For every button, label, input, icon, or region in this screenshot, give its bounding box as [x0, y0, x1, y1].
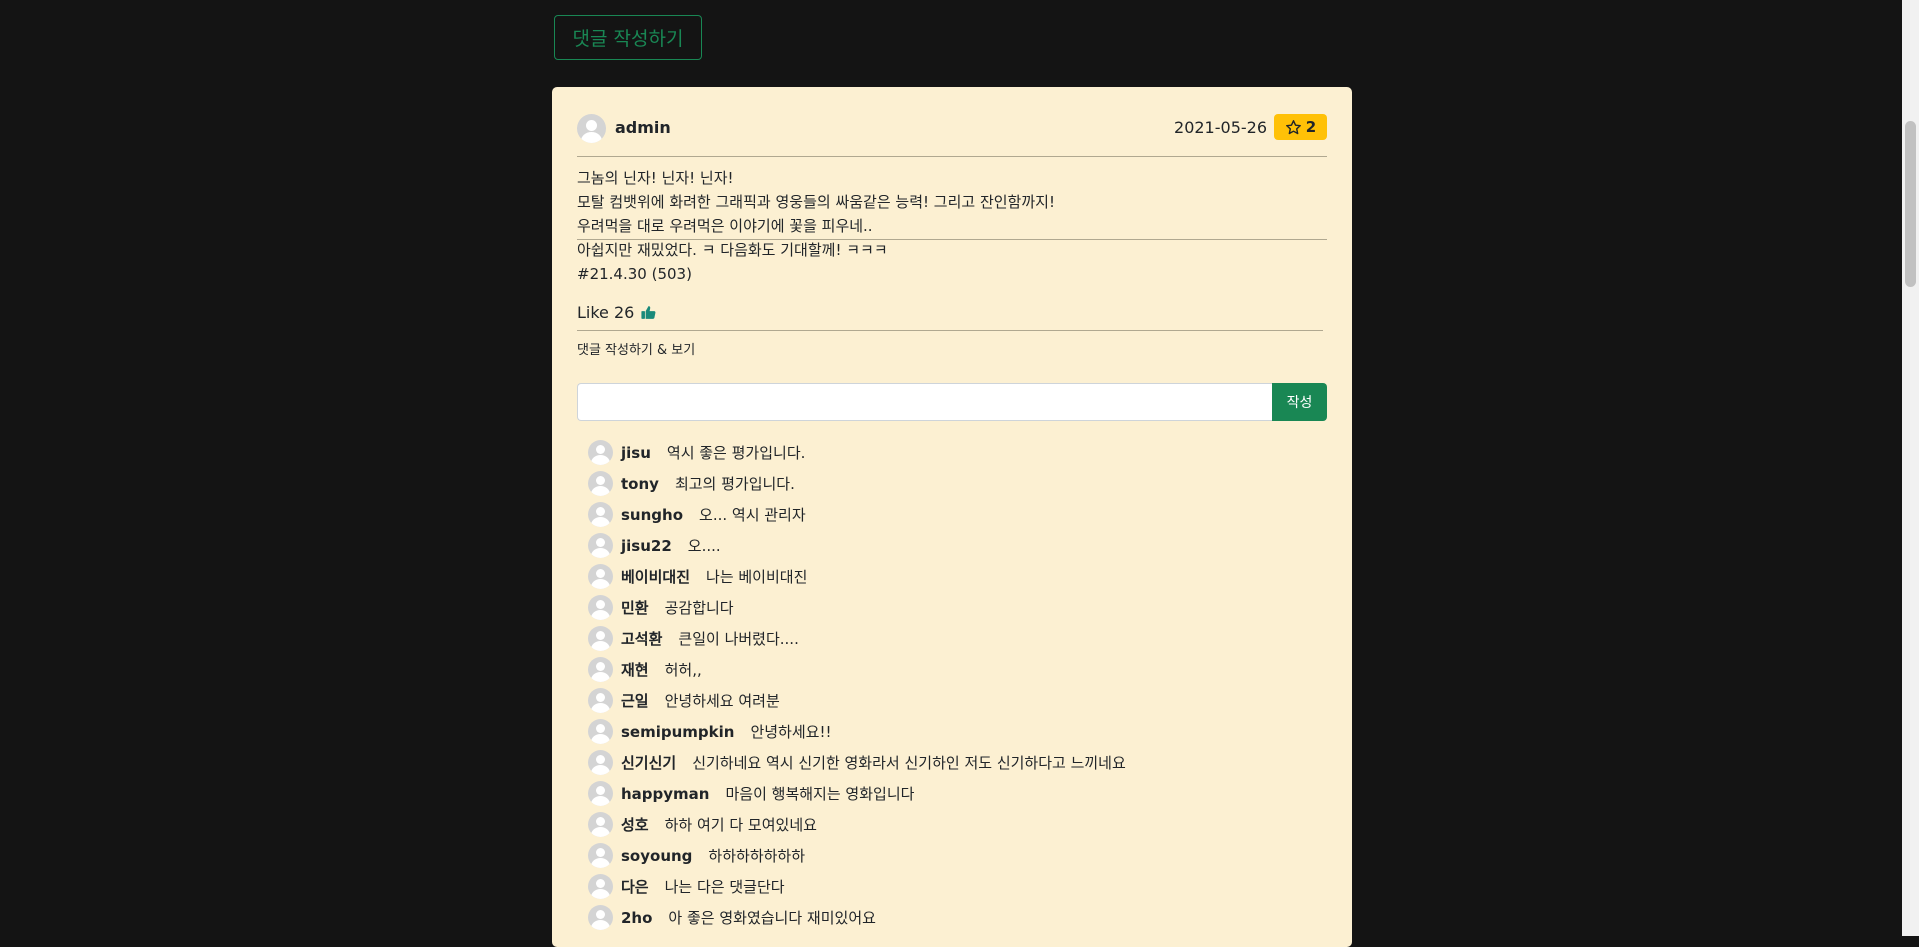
comment-username[interactable]: 신기신기 [621, 752, 676, 773]
comment-text: 나는 베이비대진 [706, 568, 808, 586]
user-avatar-icon [588, 533, 613, 558]
comment-text: 역시 좋은 평가입니다. [666, 444, 806, 462]
comment-text: 하하 여기 다 모여있네요 [664, 816, 817, 834]
comment-item: 성호 하하 여기 다 모여있네요 [588, 809, 1126, 840]
comment-item: semipumpkin 안녕하세요!! [588, 716, 1126, 747]
author-avatar-icon [577, 114, 606, 143]
user-avatar-icon [588, 719, 613, 744]
comment-item: 신기신기 신기하네요 역시 신기한 영화라서 신기하인 저도 신기하다고 느끼네요 [588, 747, 1126, 778]
comment-username[interactable]: 민환 [621, 597, 649, 618]
user-avatar-icon [588, 874, 613, 899]
comment-username[interactable]: 성호 [621, 814, 649, 835]
comment-text: 마음이 행복해지는 영화입니다 [725, 785, 915, 803]
comment-submit-button[interactable]: 작성 [1272, 383, 1327, 421]
user-avatar-icon [588, 502, 613, 527]
review-card: admin 2021-05-26 2 그놈의 닌자! 닌자! 닌자! 모탈 컴뱃… [552, 87, 1352, 947]
comment-item: jisu22 오.... [588, 530, 1126, 561]
comment-text: 나는 다은 댓글단다 [664, 878, 785, 896]
comment-toggle-link[interactable]: 댓글 작성하기 & 보기 [577, 339, 695, 358]
comment-text: 안녕하세요!! [750, 723, 832, 741]
rating-badge: 2 [1274, 114, 1327, 140]
comment-list: jisu 역시 좋은 평가입니다. tony 최고의 평가입니다. sungho 오.… [588, 437, 1126, 933]
user-avatar-icon [588, 812, 613, 837]
comment-username[interactable]: 2ho [621, 909, 652, 927]
comment-text: 큰일이 나버렸다.... [678, 630, 799, 648]
comment-username[interactable]: happyman [621, 785, 709, 803]
comment-username[interactable]: sungho [621, 506, 683, 524]
comment-form: 작성 [577, 383, 1327, 421]
comment-item: soyoung 하하하하하하하 [588, 840, 1126, 871]
comment-text: 오... 역시 관리자 [699, 506, 806, 524]
rating-value: 2 [1305, 118, 1317, 136]
comment-item: 근일 안녕하세요 여려분 [588, 685, 1126, 716]
post-date: 2021-05-26 [1174, 118, 1267, 137]
user-avatar-icon [588, 688, 613, 713]
comment-username[interactable]: semipumpkin [621, 723, 734, 741]
user-avatar-icon [588, 657, 613, 682]
review-content: 그놈의 닌자! 닌자! 닌자! 모탈 컴뱃위에 화려한 그래픽과 영웅들의 싸움… [577, 169, 1055, 283]
comment-text: 최고의 평가입니다. [674, 475, 795, 493]
like-section: Like 26 [577, 303, 657, 322]
comment-username[interactable]: tony [621, 475, 659, 493]
comment-item: jisu 역시 좋은 평가입니다. [588, 437, 1126, 468]
scrollbar-thumb[interactable] [1905, 121, 1916, 287]
comment-item: 2ho 아 좋은 영화였습니다 재미있어요 [588, 902, 1126, 933]
comment-text: 허허,, [664, 661, 702, 679]
comment-item: 고석환 큰일이 나버렸다.... [588, 623, 1126, 654]
comment-item: 재현 허허,, [588, 654, 1126, 685]
comment-username[interactable]: 베이비대진 [621, 566, 690, 587]
comment-username[interactable]: 재현 [621, 659, 649, 680]
comment-username[interactable]: soyoung [621, 847, 692, 865]
comment-text: 안녕하세요 여려분 [664, 692, 780, 710]
comment-text: 아 좋은 영화였습니다 재미있어요 [668, 909, 876, 927]
comment-username[interactable]: jisu22 [621, 537, 672, 555]
comment-item: happyman 마음이 행복해지는 영화입니다 [588, 778, 1126, 809]
user-avatar-icon [588, 595, 613, 620]
divider [577, 239, 1327, 240]
comment-username[interactable]: 다은 [621, 876, 649, 897]
user-avatar-icon [588, 626, 613, 651]
comment-item: tony 최고의 평가입니다. [588, 468, 1126, 499]
comment-item: 다은 나는 다은 댓글단다 [588, 871, 1126, 902]
comment-text: 공감합니다 [664, 599, 734, 617]
author-name[interactable]: admin [615, 118, 671, 137]
user-avatar-icon [588, 471, 613, 496]
user-avatar-icon [588, 440, 613, 465]
review-header: admin 2021-05-26 2 [577, 113, 1327, 145]
comment-username[interactable]: jisu [621, 444, 651, 462]
comment-item: 민환 공감합니다 [588, 592, 1126, 623]
divider [577, 330, 1323, 331]
user-avatar-icon [588, 781, 613, 806]
like-count: Like 26 [577, 303, 635, 322]
comment-text: 신기하네요 역시 신기한 영화라서 신기하인 저도 신기하다고 느끼네요 [692, 754, 1126, 772]
page-scrollbar[interactable] [1902, 0, 1919, 936]
comment-username[interactable]: 근일 [621, 690, 649, 711]
comment-input[interactable] [577, 383, 1272, 421]
comment-username[interactable]: 고석환 [621, 628, 662, 649]
comment-item: 베이비대진 나는 베이비대진 [588, 561, 1126, 592]
user-avatar-icon [588, 843, 613, 868]
divider [577, 156, 1327, 157]
user-avatar-icon [588, 905, 613, 930]
comment-text: 오.... [687, 537, 721, 555]
user-avatar-icon [588, 564, 613, 589]
user-avatar-icon [588, 750, 613, 775]
comment-text: 하하하하하하하 [708, 847, 806, 865]
comment-item: sungho 오... 역시 관리자 [588, 499, 1126, 530]
write-comment-button[interactable]: 댓글 작성하기 [554, 15, 702, 60]
star-icon [1285, 119, 1301, 134]
thumbs-up-icon[interactable] [640, 304, 657, 321]
